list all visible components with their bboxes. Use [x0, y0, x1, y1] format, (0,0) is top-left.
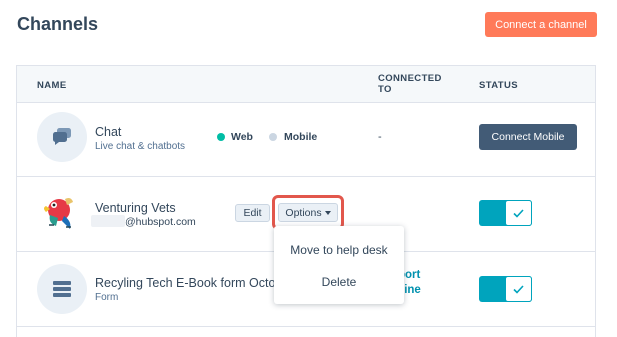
options-button[interactable]: Options	[278, 203, 338, 222]
connect-channel-button[interactable]: Connect a channel	[485, 12, 597, 37]
web-label: Web	[231, 131, 253, 143]
row-title: Venturing Vets	[95, 201, 176, 215]
checkmark-icon	[513, 284, 524, 294]
chat-bubbles-icon	[53, 128, 71, 145]
form-avatar	[37, 264, 87, 314]
options-label: Options	[285, 206, 322, 219]
row-subtitle: @hubspot.com	[125, 216, 196, 228]
chat-avatar	[37, 112, 87, 162]
row-subtitle: Form	[95, 292, 119, 303]
edit-button[interactable]: Edit	[235, 204, 270, 222]
caret-down-icon	[324, 210, 331, 215]
column-header-status: STATUS	[479, 80, 518, 91]
toggle-knob	[505, 276, 532, 302]
redacted-email-prefix	[91, 215, 125, 227]
row-subtitle: Live chat & chatbots	[95, 141, 186, 152]
menu-item-move-to-help-desk[interactable]: Move to help desk	[274, 243, 404, 257]
mobile-label: Mobile	[284, 131, 318, 143]
connected-to-value: -	[378, 131, 382, 143]
column-header-name: NAME	[37, 80, 67, 91]
web-radio[interactable]	[217, 133, 225, 141]
mobile-radio[interactable]	[269, 133, 277, 141]
options-dropdown-menu: Move to help desk Delete	[274, 226, 404, 304]
toggle-knob	[505, 200, 532, 226]
status-toggle[interactable]	[479, 276, 532, 302]
checkmark-icon	[513, 208, 524, 218]
page-title: Channels	[17, 14, 99, 34]
parrot-avatar	[40, 191, 82, 233]
form-icon	[53, 281, 71, 297]
parrot-logo-icon	[44, 198, 73, 229]
row-title: Recyling Tech E-Book form Octob	[95, 276, 283, 290]
menu-item-delete[interactable]: Delete	[274, 275, 404, 289]
column-header-connected-to: CONNECTED TO	[378, 73, 442, 95]
connect-mobile-button[interactable]: Connect Mobile	[479, 124, 577, 150]
row-title: Chat	[95, 125, 122, 139]
table-header: NAME CONNECTED TO STATUS	[17, 66, 595, 103]
status-toggle[interactable]	[479, 200, 532, 226]
